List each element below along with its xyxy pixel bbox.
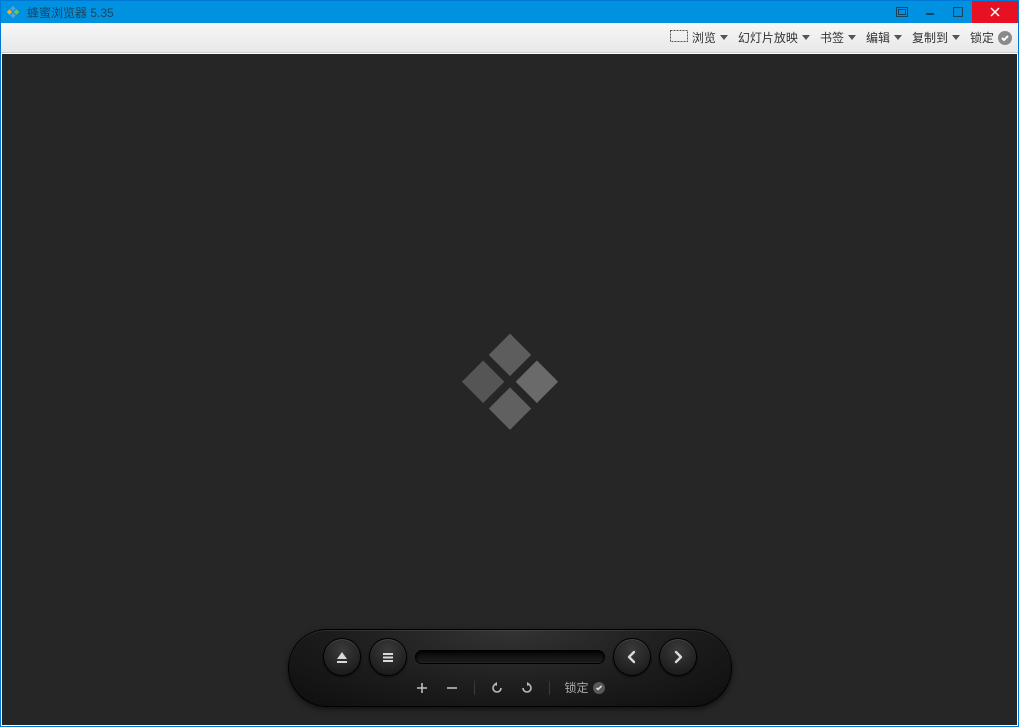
list-icon xyxy=(380,649,396,665)
lock-toggle[interactable]: 锁定 xyxy=(970,29,1012,46)
lock-bottom-label: 锁定 xyxy=(564,679,588,696)
playback-controls: 锁定 xyxy=(288,629,732,707)
minimize-button[interactable] xyxy=(916,1,944,23)
fullscreen-icon xyxy=(896,7,908,17)
bookmark-menu[interactable]: 书签 xyxy=(820,29,856,46)
separator xyxy=(474,681,475,695)
app-title: 蜂蜜浏览器 5.35 xyxy=(25,4,888,21)
close-button[interactable] xyxy=(972,1,1018,23)
check-circle-icon xyxy=(593,682,605,694)
lock-label: 锁定 xyxy=(970,29,994,46)
rotate-right-button[interactable] xyxy=(519,680,535,696)
chevron-down-icon xyxy=(802,35,810,40)
app-icon xyxy=(5,4,21,20)
chevron-left-icon xyxy=(624,649,640,665)
browse-menu[interactable]: 浏览 xyxy=(670,29,728,46)
rotate-left-button[interactable] xyxy=(489,680,505,696)
minimize-icon xyxy=(925,7,935,17)
list-button[interactable] xyxy=(369,638,407,676)
zoom-out-button[interactable] xyxy=(444,680,460,696)
image-viewport[interactable]: 锁定 xyxy=(2,54,1017,725)
maximize-button[interactable] xyxy=(944,1,972,23)
plus-icon xyxy=(416,682,428,694)
controls-row-primary xyxy=(289,638,731,676)
edit-label: 编辑 xyxy=(866,29,890,46)
minus-icon xyxy=(446,682,458,694)
next-button[interactable] xyxy=(659,638,697,676)
undo-icon xyxy=(490,681,504,695)
titlebar: 蜂蜜浏览器 5.35 xyxy=(1,1,1018,23)
window-controls xyxy=(888,1,1018,23)
slideshow-menu[interactable]: 幻灯片放映 xyxy=(738,29,810,46)
chevron-right-icon xyxy=(670,649,686,665)
close-icon xyxy=(989,6,1001,18)
copyto-label: 复制到 xyxy=(912,29,948,46)
slideshow-label: 幻灯片放映 xyxy=(738,29,798,46)
toolbar: 浏览 幻灯片放映 书签 编辑 复制到 锁定 xyxy=(1,23,1018,53)
zoom-in-button[interactable] xyxy=(414,680,430,696)
chevron-down-icon xyxy=(848,35,856,40)
edit-menu[interactable]: 编辑 xyxy=(866,29,902,46)
fullscreen-button[interactable] xyxy=(888,1,916,23)
redo-icon xyxy=(520,681,534,695)
chevron-down-icon xyxy=(720,35,728,40)
prev-button[interactable] xyxy=(613,638,651,676)
check-circle-icon xyxy=(998,31,1012,45)
copyto-menu[interactable]: 复制到 xyxy=(912,29,960,46)
controls-row-secondary: 锁定 xyxy=(289,679,731,696)
chevron-down-icon xyxy=(894,35,902,40)
separator xyxy=(549,681,550,695)
maximize-icon xyxy=(953,7,963,17)
placeholder-logo xyxy=(455,326,565,441)
selection-icon xyxy=(670,30,688,45)
bookmark-label: 书签 xyxy=(820,29,844,46)
progress-slider[interactable] xyxy=(415,650,605,664)
chevron-down-icon xyxy=(952,35,960,40)
lock-toggle-bottom[interactable]: 锁定 xyxy=(564,679,604,696)
eject-icon xyxy=(334,649,350,665)
browse-label: 浏览 xyxy=(692,29,716,46)
eject-button[interactable] xyxy=(323,638,361,676)
